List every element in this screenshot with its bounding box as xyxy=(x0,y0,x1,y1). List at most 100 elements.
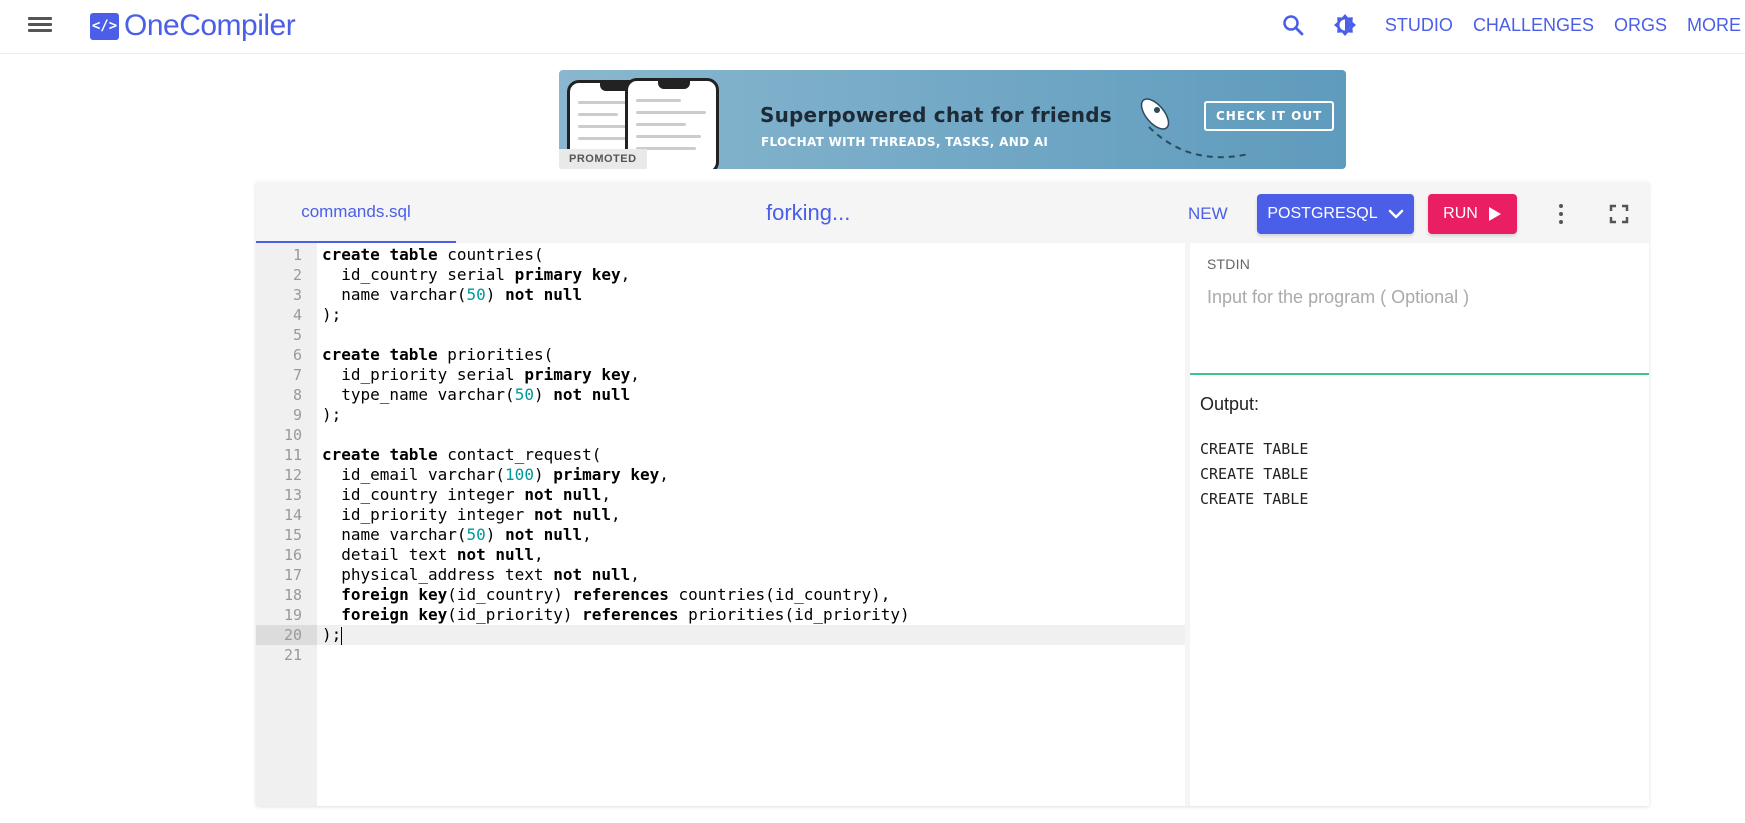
code-line[interactable]: 18 foreign key(id_country) references co… xyxy=(256,585,1185,605)
output-line: CREATE TABLE xyxy=(1200,490,1309,508)
code-text: physical_address text not null, xyxy=(341,565,640,584)
code-line[interactable]: 1 create table countries( xyxy=(256,245,1185,265)
code-text: id_priority integer not null, xyxy=(341,505,621,524)
code-line[interactable]: 9); xyxy=(256,405,1185,425)
nav-studio[interactable]: STUDIO xyxy=(1385,15,1453,36)
editor-header: commands.sql forking... NEW POSTGRESQL R… xyxy=(256,182,1649,243)
line-number: 6 xyxy=(292,346,302,364)
output-line: CREATE TABLE xyxy=(1200,440,1309,458)
language-select-button[interactable]: POSTGRESQL xyxy=(1257,194,1414,234)
code-line[interactable]: 14 id_priority integer not null, xyxy=(256,505,1185,525)
check-it-out-button[interactable]: CHECK IT OUT xyxy=(1204,101,1335,131)
code-line[interactable]: 3 name varchar(50) not null xyxy=(256,285,1185,305)
code-text: id_priority serial primary key, xyxy=(341,365,640,384)
code-line[interactable]: 15 name varchar(50) not null, xyxy=(256,525,1185,545)
output-text: CREATE TABLE CREATE TABLE CREATE TABLE xyxy=(1200,437,1308,512)
search-icon[interactable] xyxy=(1281,13,1305,37)
fullscreen-icon[interactable] xyxy=(1609,204,1629,224)
code-text: name varchar(50) not null, xyxy=(341,525,592,544)
stdin-input[interactable] xyxy=(1207,285,1627,309)
code-text: type_name varchar(50) not null xyxy=(341,385,631,404)
line-number: 17 xyxy=(283,566,302,584)
code-line[interactable]: 19 foreign key(id_priority) references p… xyxy=(256,605,1185,625)
nav-right: STUDIO CHALLENGES ORGS MORE xyxy=(1281,0,1745,50)
code-line[interactable]: 17 physical_address text not null, xyxy=(256,565,1185,585)
banner-title: Superpowered chat for friends xyxy=(760,103,1112,127)
code-text: create table contact_request( xyxy=(322,445,602,464)
code-text: detail text not null, xyxy=(341,545,544,564)
run-label: RUN xyxy=(1443,205,1478,222)
theme-toggle-icon[interactable] xyxy=(1333,13,1357,37)
code-text: ); xyxy=(322,625,343,645)
code-text: create table priorities( xyxy=(322,345,554,364)
nav-more[interactable]: MORE xyxy=(1687,15,1741,36)
code-line[interactable]: 4); xyxy=(256,305,1185,325)
pane-divider[interactable] xyxy=(1190,373,1649,375)
line-number: 2 xyxy=(292,266,302,284)
code-lines[interactable]: 1 create table countries(2 id_country ser… xyxy=(256,245,1185,665)
line-number: 16 xyxy=(283,546,302,564)
code-line[interactable]: 2 id_country serial primary key, xyxy=(256,265,1185,285)
logo-code-icon: </> xyxy=(90,12,119,40)
code-editor[interactable]: 1 create table countries(2 id_country ser… xyxy=(256,243,1185,806)
code-text: foreign key(id_priority) references prio… xyxy=(341,605,910,624)
output-line: CREATE TABLE xyxy=(1200,465,1309,483)
nav-orgs[interactable]: ORGS xyxy=(1614,15,1667,36)
code-line[interactable]: 20); xyxy=(256,625,1185,645)
code-text: create table countries( xyxy=(322,245,544,264)
hamburger-menu-icon[interactable] xyxy=(28,14,56,36)
io-pane: STDIN Output: CREATE TABLE CREATE TABLE … xyxy=(1190,243,1649,806)
tab-commands-sql[interactable]: commands.sql xyxy=(256,182,456,243)
line-number: 21 xyxy=(283,646,302,664)
line-number: 8 xyxy=(292,386,302,404)
line-number: 3 xyxy=(292,286,302,304)
line-number: 20 xyxy=(256,625,317,645)
code-line[interactable]: 6 create table priorities( xyxy=(256,345,1185,365)
line-number: 1 xyxy=(292,246,302,264)
code-line[interactable]: 21 xyxy=(256,645,1185,665)
play-icon xyxy=(1488,207,1501,221)
more-options-icon[interactable] xyxy=(1551,202,1571,226)
chevron-down-icon xyxy=(1388,209,1403,219)
editor-card: commands.sql forking... NEW POSTGRESQL R… xyxy=(256,182,1649,806)
text-cursor xyxy=(341,626,343,645)
code-text: name varchar(50) not null xyxy=(341,285,583,304)
output-label: Output: xyxy=(1200,394,1260,414)
logo[interactable]: </> OneCompiler xyxy=(90,9,296,43)
line-number: 4 xyxy=(292,306,302,324)
code-text: ); xyxy=(322,405,342,424)
top-navbar: </> OneCompiler STUDIO CHALLENGES ORGS M… xyxy=(0,0,1745,54)
line-number: 9 xyxy=(292,406,302,424)
status-title: forking... xyxy=(766,200,851,225)
line-number: 11 xyxy=(283,446,302,464)
nav-challenges[interactable]: CHALLENGES xyxy=(1473,15,1594,36)
line-number: 15 xyxy=(283,526,302,544)
code-line[interactable]: 12 id_email varchar(100) primary key, xyxy=(256,465,1185,485)
logo-text: OneCompiler xyxy=(124,9,296,42)
code-text: id_email varchar(100) primary key, xyxy=(341,465,669,484)
code-line[interactable]: 5 xyxy=(256,325,1185,345)
code-line[interactable]: 7 id_priority serial primary key, xyxy=(256,365,1185,385)
code-line[interactable]: 16 detail text not null, xyxy=(256,545,1185,565)
line-number: 10 xyxy=(283,426,302,444)
line-number: 12 xyxy=(283,466,302,484)
line-number: 7 xyxy=(292,366,302,384)
promo-banner[interactable]: PROMOTED Superpowered chat for friends F… xyxy=(559,70,1346,169)
line-number: 18 xyxy=(283,586,302,604)
code-text: id_country serial primary key, xyxy=(341,265,631,284)
code-line[interactable]: 10 xyxy=(256,425,1185,445)
code-line[interactable]: 13 id_country integer not null, xyxy=(256,485,1185,505)
code-text: id_country integer not null, xyxy=(341,485,612,504)
stdin-label: STDIN xyxy=(1207,256,1250,272)
run-button[interactable]: RUN xyxy=(1428,194,1517,234)
line-number: 5 xyxy=(292,326,302,344)
code-line[interactable]: 8 type_name varchar(50) not null xyxy=(256,385,1185,405)
new-button[interactable]: NEW xyxy=(1188,204,1228,224)
line-number: 19 xyxy=(283,606,302,624)
banner-subtitle: FLOCHAT WITH THREADS, TASKS, AND AI xyxy=(761,135,1049,149)
promoted-label: PROMOTED xyxy=(559,149,647,169)
code-line[interactable]: 11 create table contact_request( xyxy=(256,445,1185,465)
line-number: 14 xyxy=(283,506,302,524)
code-text: foreign key(id_country) references count… xyxy=(341,585,891,604)
language-label: POSTGRESQL xyxy=(1267,205,1378,222)
